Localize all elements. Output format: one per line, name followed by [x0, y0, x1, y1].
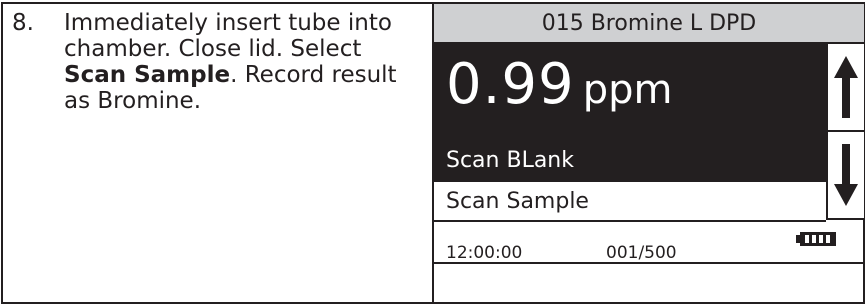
step-text-start: Immediately insert tube into chamber. Cl… — [64, 10, 392, 62]
scroll-column — [826, 44, 864, 220]
step-text: Immediately insert tube into chamber. Cl… — [64, 10, 424, 114]
step-number: 8. — [12, 10, 34, 36]
step-text-bold: Scan Sample — [64, 62, 231, 88]
test-counter: 001/500 — [606, 243, 677, 263]
scan-sample-row[interactable]: Scan Sample — [434, 182, 826, 222]
meter-screen: 015 Bromine L DPD 0.99 ppm Scan BLank Sca… — [434, 4, 864, 302]
method-title: 015 Bromine L DPD — [541, 10, 757, 36]
scroll-up-button[interactable] — [828, 44, 864, 132]
battery-full-icon — [796, 232, 836, 246]
arrow-up-icon — [834, 56, 858, 118]
procedure-step-frame: 8. Immediately insert tube into chamber.… — [0, 0, 867, 306]
reading-unit: ppm — [582, 67, 673, 113]
reading-display: 0.99 ppm — [446, 52, 672, 117]
scan-blank-menu-item[interactable]: Scan BLank — [446, 148, 574, 173]
clock-time: 12:00:00 — [446, 243, 523, 263]
arrow-down-icon — [834, 144, 858, 206]
scan-sample-menu-item[interactable]: Scan Sample — [446, 189, 589, 214]
empty-footer-row — [434, 264, 864, 302]
status-bar: 12:00:00 001/500 — [434, 220, 864, 264]
reading-value: 0.99 — [446, 52, 575, 117]
result-panel: 0.99 ppm Scan BLank — [434, 44, 826, 182]
method-title-bar: 015 Bromine L DPD — [434, 4, 864, 44]
scroll-down-button[interactable] — [828, 132, 864, 218]
